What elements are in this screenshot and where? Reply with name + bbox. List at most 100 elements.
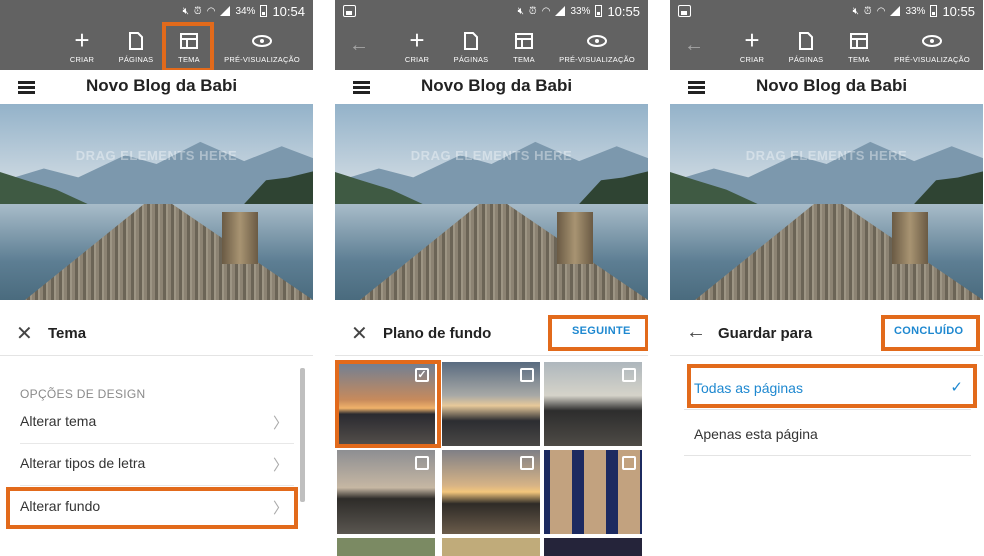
- page-icon: [128, 29, 144, 53]
- sheet-header: ← Guardar para CONCLUÍDO: [670, 310, 983, 356]
- checkbox[interactable]: [415, 456, 429, 470]
- thumbnail-partial[interactable]: [544, 538, 642, 556]
- criar-button[interactable]: + CRIAR: [738, 22, 766, 70]
- signal-icon: [890, 6, 901, 16]
- preview-label: PRÉ-VISUALIZAÇÃO: [559, 54, 635, 64]
- eye-icon: [586, 29, 608, 53]
- sheet-title: Tema: [48, 325, 87, 342]
- wifi-icon: ◠: [206, 5, 216, 17]
- scrollbar[interactable]: [300, 368, 305, 502]
- menu-item-alterar-tipos-de-letra[interactable]: Alterar tipos de letra 〉: [20, 446, 294, 486]
- mountain-bay-thumbnail[interactable]: [544, 362, 642, 446]
- alarm-icon: ⏰︎: [528, 5, 537, 17]
- layout-icon: [514, 29, 534, 53]
- blog-header: Novo Blog da Babi: [670, 70, 983, 104]
- phone-screen-tema: 🔇︎ ⏰︎ ◠ 34% 10:54 + CRIAR PÁGINAS TEMA P…: [0, 0, 313, 556]
- tema-button[interactable]: TEMA: [509, 22, 539, 70]
- battery-icon: [930, 5, 938, 17]
- eye-icon: [251, 29, 273, 53]
- sheet-title: Guardar para: [718, 325, 813, 342]
- palm-beach-thumbnail[interactable]: [442, 450, 540, 534]
- battery-percent: 33%: [570, 5, 591, 17]
- criar-label: CRIAR: [404, 54, 430, 64]
- close-icon[interactable]: ✕: [16, 321, 33, 346]
- tema-button[interactable]: TEMA: [844, 22, 874, 70]
- editor-toolbar: ← + CRIAR PÁGINAS TEMA PRÉ-VISUALIZAÇÃO: [670, 22, 983, 70]
- criar-button[interactable]: + CRIAR: [68, 22, 96, 70]
- status-bar: 🔇︎ ⏰︎ ◠ 34% 10:54: [0, 0, 313, 22]
- thumbnail-partial[interactable]: [337, 538, 435, 556]
- hero-image: DRAG ELEMENTS HERE: [670, 104, 983, 300]
- chevron-right-icon: 〉: [272, 415, 288, 432]
- highlight-alterar-fundo: [6, 487, 298, 529]
- hero-image: DRAG ELEMENTS HERE: [0, 104, 313, 300]
- blog-header: Novo Blog da Babi: [335, 70, 648, 104]
- mute-icon: 🔇︎: [517, 5, 524, 17]
- plus-icon: +: [744, 25, 760, 55]
- preview-label: PRÉ-VISUALIZAÇÃO: [894, 54, 970, 64]
- plus-icon: +: [409, 25, 425, 55]
- mountain-silhouette-thumbnail[interactable]: [337, 450, 435, 534]
- eye-icon: [921, 29, 943, 53]
- drag-elements-hint: DRAG ELEMENTS HERE: [745, 148, 908, 163]
- menu-item-label: Alterar tipos de letra: [20, 455, 146, 471]
- wifi-icon: ◠: [876, 5, 886, 17]
- sheet-header: ✕ Tema: [0, 310, 313, 356]
- criar-button[interactable]: + CRIAR: [403, 22, 431, 70]
- highlight-todas-as-paginas: [687, 364, 977, 408]
- menu-icon[interactable]: [688, 81, 705, 94]
- image-notification-icon: [343, 5, 356, 17]
- wifi-icon: ◠: [541, 5, 551, 17]
- criar-label: CRIAR: [69, 54, 95, 64]
- blog-title: Novo Blog da Babi: [86, 76, 238, 95]
- preview-button[interactable]: PRÉ-VISUALIZAÇÃO: [890, 22, 974, 70]
- menu-item-alterar-tema[interactable]: Alterar tema 〉: [20, 404, 294, 444]
- screenshot-canvas: 🔇︎ ⏰︎ ◠ 34% 10:54 + CRIAR PÁGINAS TEMA P…: [0, 0, 984, 556]
- phone-screen-guardar-para: 🔇︎ ⏰︎ ◠ 33% 10:55 ← + CRIAR PÁGINAS TEMA: [670, 0, 983, 556]
- thumbnail-partial[interactable]: [442, 538, 540, 556]
- checkbox[interactable]: [622, 368, 636, 382]
- criar-label: CRIAR: [739, 54, 765, 64]
- checkbox[interactable]: [520, 368, 534, 382]
- mute-icon: 🔇︎: [852, 5, 859, 17]
- editor-toolbar: ← + CRIAR PÁGINAS TEMA PRÉ-VISUALIZAÇÃO: [335, 22, 648, 70]
- signal-icon: [220, 6, 231, 16]
- checkbox[interactable]: [622, 456, 636, 470]
- sheet-header: ✕ Plano de fundo SEGUINTE: [335, 310, 648, 356]
- highlight-selected-thumbnail: [335, 360, 441, 448]
- status-bar: 🔇︎ ⏰︎ ◠ 33% 10:55: [335, 0, 648, 22]
- option-apenas-esta-pagina[interactable]: Apenas esta página: [684, 412, 971, 456]
- menu-icon[interactable]: [18, 81, 35, 94]
- drag-elements-hint: DRAG ELEMENTS HERE: [410, 148, 573, 163]
- back-arrow-icon[interactable]: ←: [684, 34, 704, 57]
- clock: 10:54: [272, 3, 305, 19]
- battery-icon: [595, 5, 603, 17]
- tema-label: TEMA: [848, 54, 870, 64]
- blog-title: Novo Blog da Babi: [756, 76, 908, 95]
- back-arrow-icon[interactable]: ←: [686, 321, 706, 344]
- hero-image: DRAG ELEMENTS HERE: [335, 104, 648, 300]
- paginas-button[interactable]: PÁGINAS: [116, 22, 156, 70]
- design-options-heading: OPÇÕES DE DESIGN: [20, 387, 146, 401]
- paginas-label: PÁGINAS: [453, 54, 489, 64]
- preview-button[interactable]: PRÉ-VISUALIZAÇÃO: [555, 22, 639, 70]
- preview-button[interactable]: PRÉ-VISUALIZAÇÃO: [220, 22, 304, 70]
- palm-sunset-thumbnail[interactable]: [442, 362, 540, 446]
- drag-elements-hint: DRAG ELEMENTS HERE: [75, 148, 238, 163]
- alarm-icon: ⏰︎: [193, 5, 202, 17]
- clock: 10:55: [607, 3, 640, 19]
- layout-icon: [849, 29, 869, 53]
- mute-icon: 🔇︎: [182, 5, 189, 17]
- blog-header: Novo Blog da Babi: [0, 70, 313, 104]
- clock: 10:55: [942, 3, 975, 19]
- menu-item-label: Alterar tema: [20, 413, 97, 429]
- menu-icon[interactable]: [353, 81, 370, 94]
- group-photo-thumbnail[interactable]: [544, 450, 642, 534]
- close-icon[interactable]: ✕: [351, 321, 368, 346]
- alarm-icon: ⏰︎: [863, 5, 872, 17]
- paginas-button[interactable]: PÁGINAS: [786, 22, 826, 70]
- phone-screen-plano-de-fundo: 🔇︎ ⏰︎ ◠ 33% 10:55 ← + CRIAR PÁGINAS TEMA: [335, 0, 648, 556]
- paginas-button[interactable]: PÁGINAS: [451, 22, 491, 70]
- checkbox[interactable]: [520, 456, 534, 470]
- back-arrow-icon[interactable]: ←: [349, 34, 369, 57]
